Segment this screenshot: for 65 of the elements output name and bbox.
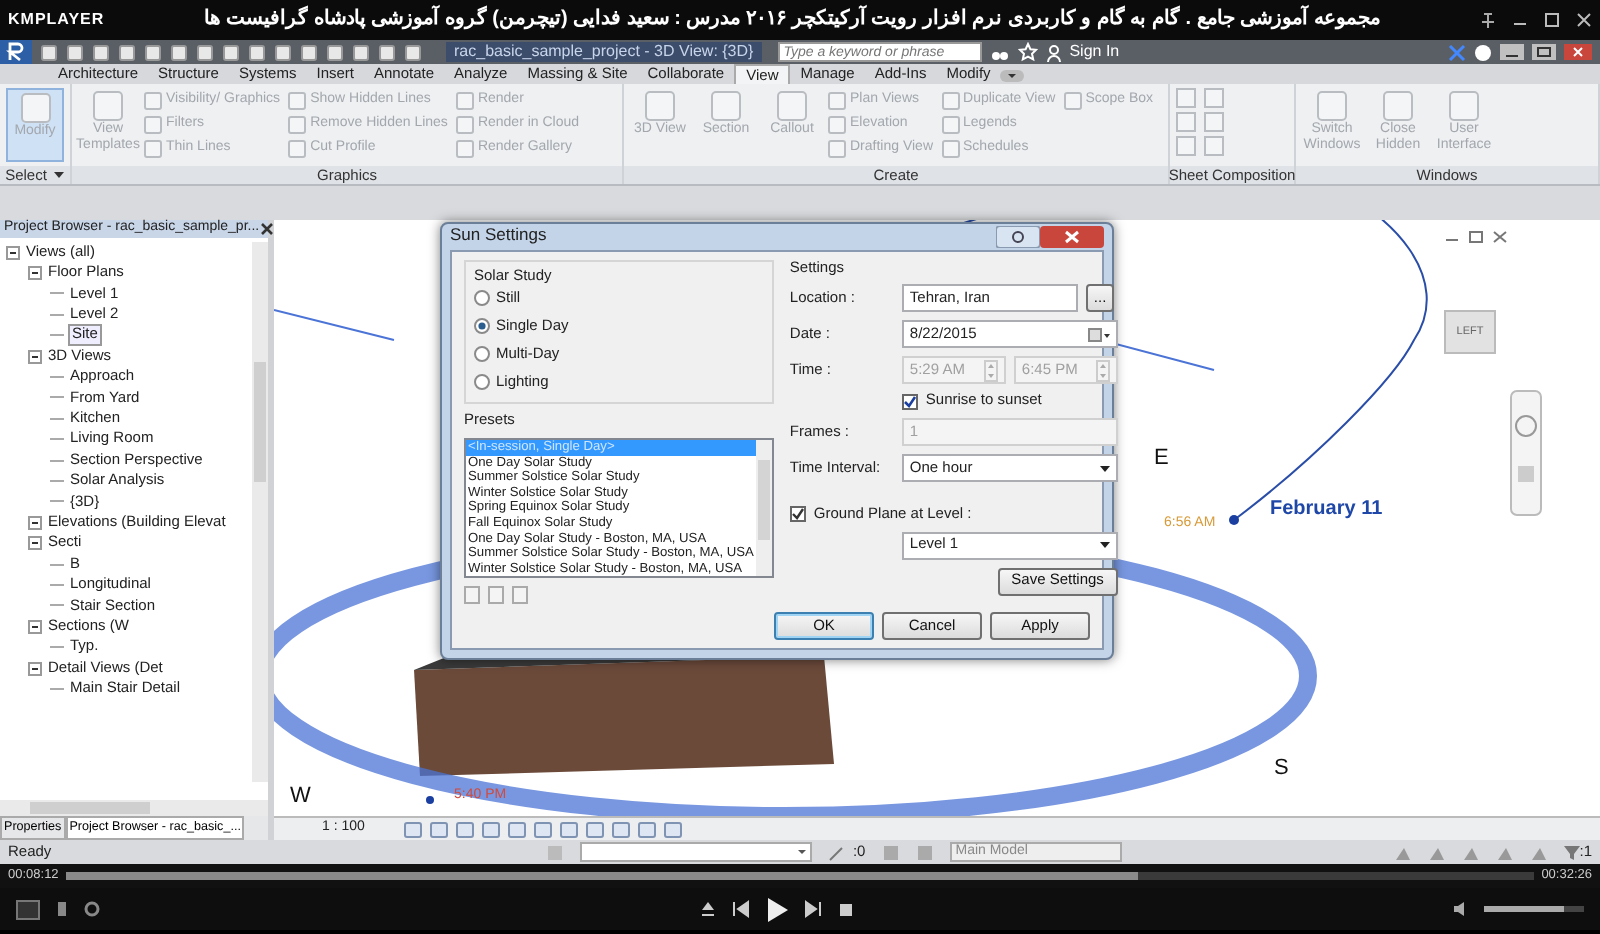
restore-icon[interactable] [1468, 230, 1484, 244]
seek-bar[interactable] [66, 872, 1534, 880]
calendar-icon [1087, 325, 1110, 344]
app-logo-icon[interactable] [0, 40, 32, 64]
dialog-title: Sun Settings [450, 226, 549, 247]
close-icon[interactable] [259, 222, 274, 236]
star-icon[interactable] [1017, 42, 1038, 62]
tool-icon [774, 90, 810, 122]
scrollbar-icon[interactable] [252, 242, 268, 782]
collapse-icon[interactable] [28, 536, 42, 551]
tool-icon [1446, 90, 1482, 122]
eject-icon[interactable] [699, 900, 715, 918]
restore-icon[interactable] [1532, 44, 1556, 60]
tool-icon [708, 90, 744, 122]
3d-icon[interactable] [16, 899, 40, 919]
video-title: مجموعه آموزشی جامع . گام به گام و کاربردی نرم افزار رویت آرکیتکچر ۲۰۱۶ مدرس : سعید فدایی (تیچرمن) گروه آموزشی پادشاه گرافیست ها [202, 8, 1382, 32]
tool-icon [1063, 91, 1082, 109]
checkbox-icon[interactable] [789, 506, 806, 523]
user-icon [1045, 43, 1062, 61]
filter-icon[interactable] [1563, 843, 1580, 861]
previous-icon[interactable] [731, 900, 749, 918]
volume-slider[interactable] [1484, 906, 1584, 912]
collapse-icon[interactable] [28, 349, 42, 364]
document-title: rac_basic_sample_project - 3D View: {3D} [446, 42, 762, 62]
dropdown-field[interactable] [580, 842, 813, 862]
scrollbar-icon[interactable] [0, 800, 268, 816]
sign-in-link[interactable]: Sign In [1045, 42, 1120, 62]
player-logo: KMPLAYER [8, 10, 105, 30]
caret-icon [1099, 463, 1110, 473]
sign-in-text: Sign In [1069, 42, 1120, 62]
caret-icon [1099, 540, 1110, 551]
playlist-icon[interactable] [56, 900, 68, 918]
viewport-label: February 11 [1270, 498, 1383, 521]
radio-icon[interactable] [474, 374, 490, 391]
close-icon[interactable] [1576, 12, 1592, 28]
collapse-icon[interactable] [28, 266, 42, 281]
collapse-icon[interactable] [6, 245, 20, 260]
play-icon[interactable] [765, 897, 787, 921]
stop-icon[interactable] [837, 901, 853, 917]
close-icon[interactable] [1492, 230, 1508, 244]
next-icon[interactable] [803, 900, 821, 918]
checkbox-icon[interactable] [901, 393, 918, 410]
maximize-icon[interactable] [1544, 12, 1560, 28]
minimize-icon[interactable] [1500, 44, 1524, 60]
speaker-icon[interactable] [1452, 900, 1468, 918]
tool-icon [17, 92, 53, 124]
tool-icon [1380, 90, 1416, 122]
collapse-icon[interactable] [28, 619, 42, 634]
viewport-label: W [290, 784, 311, 810]
tool-icon [1314, 90, 1350, 122]
collapse-icon[interactable] [28, 661, 42, 675]
collapse-icon[interactable] [28, 515, 42, 530]
toggle-icon[interactable] [1000, 68, 1025, 84]
viewport-label: S [1274, 756, 1289, 782]
scrollbar-icon[interactable] [755, 440, 772, 576]
radio-icon[interactable] [474, 346, 490, 363]
tool-icon [642, 90, 678, 122]
radio-icon[interactable] [474, 318, 490, 335]
tool-icon [90, 90, 126, 122]
viewport-label: E [1154, 446, 1169, 472]
radio-icon[interactable] [474, 290, 490, 307]
close-icon[interactable] [1040, 225, 1104, 248]
caret-icon [54, 170, 65, 180]
close-icon[interactable] [1564, 44, 1592, 60]
settings-icon[interactable] [84, 900, 100, 918]
